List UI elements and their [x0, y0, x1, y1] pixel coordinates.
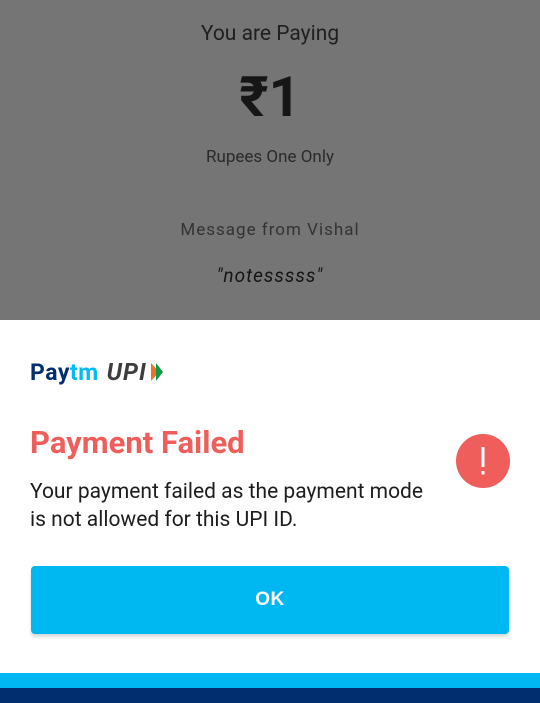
payment-amount: ₹1 — [239, 64, 301, 130]
paytm-upi-logo: Paytm UPI — [30, 358, 164, 386]
brand-stripe-dark — [0, 688, 540, 703]
paytm-pay-text: Pay — [30, 358, 70, 386]
amount-in-words: Rupees One Only — [206, 147, 334, 167]
payment-summary-background: You are Paying ₹1 Rupees One Only Messag… — [0, 0, 540, 320]
paytm-tm-text: tm — [69, 358, 99, 386]
upi-arrow-icon — [150, 363, 163, 381]
ok-button[interactable]: OK — [31, 566, 509, 634]
exclamation-icon — [456, 434, 510, 488]
paying-label: You are Paying — [200, 22, 340, 46]
message-label: Message from Vishal — [180, 220, 360, 240]
message-text: "notesssss" — [216, 264, 324, 287]
dialog-title: Payment Failed — [30, 424, 245, 461]
payment-failed-dialog: Paytm UPI Payment Failed Your payment fa… — [0, 320, 540, 673]
brand-stripe-light — [0, 673, 540, 688]
upi-wordmark: UPI — [106, 358, 147, 386]
dialog-message: Your payment failed as the payment mode … — [30, 480, 424, 532]
paytm-wordmark: Paytm — [30, 359, 99, 386]
